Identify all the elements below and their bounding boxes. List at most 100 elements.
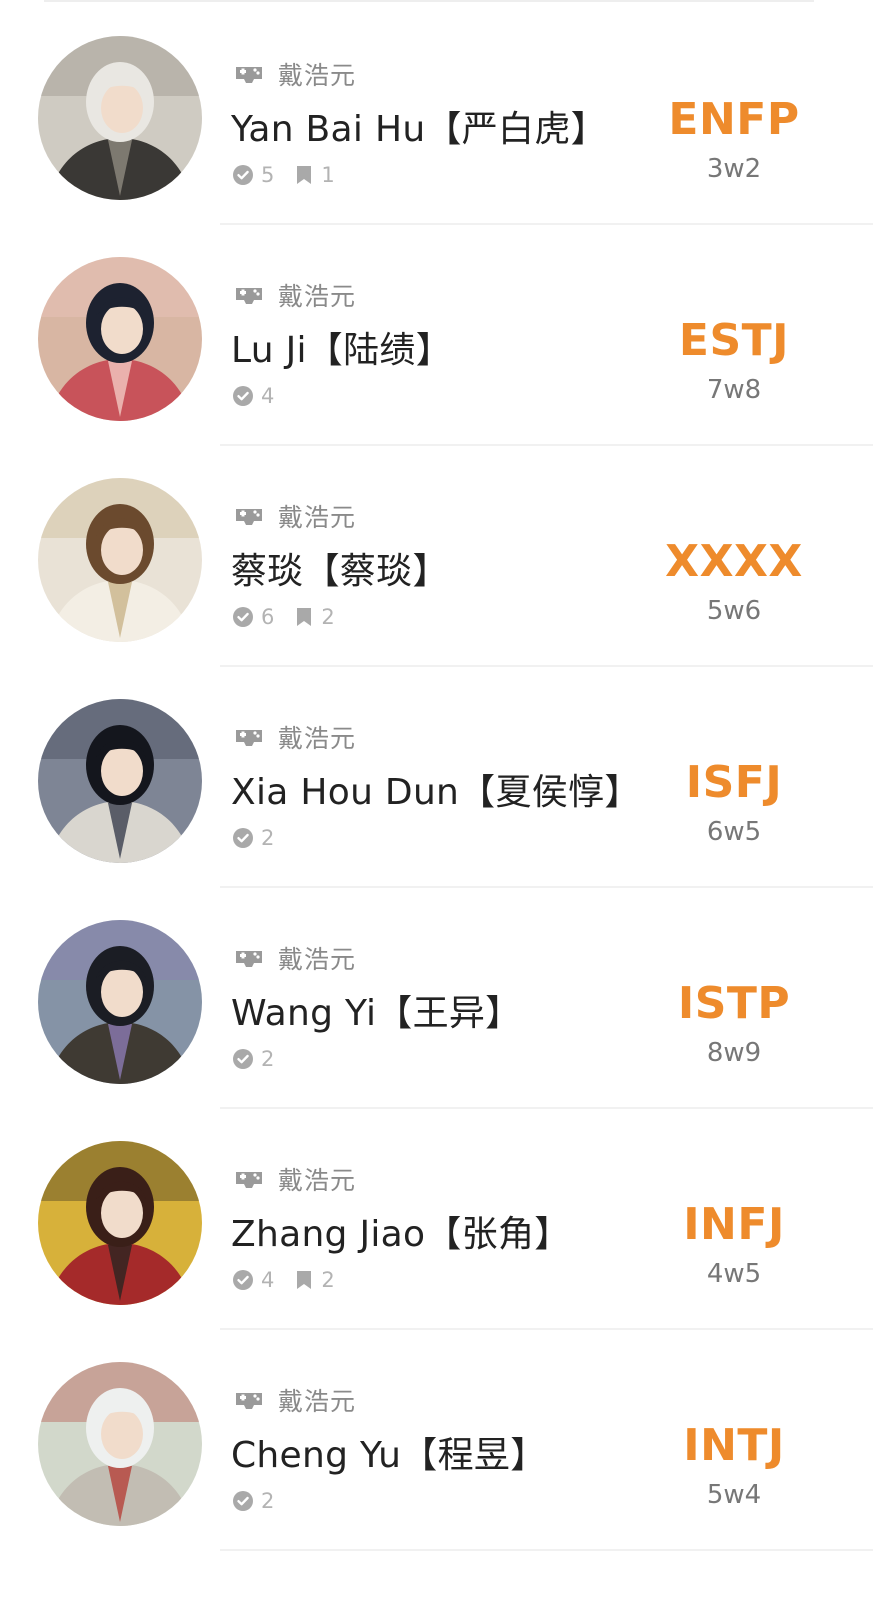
avatar[interactable] xyxy=(38,36,202,200)
avatar-portrait xyxy=(38,1141,202,1305)
vote-count: 4 xyxy=(232,384,274,408)
mbti-type: ISFJ xyxy=(685,757,783,808)
avatar-portrait xyxy=(38,478,202,642)
game-tag[interactable]: 戴浩元 xyxy=(234,940,356,976)
avatar-portrait xyxy=(38,699,202,863)
game-name: 戴浩元 xyxy=(278,1166,357,1195)
game-name: 戴浩元 xyxy=(278,503,357,532)
game-tag[interactable]: 戴浩元 xyxy=(234,498,356,534)
avatar[interactable] xyxy=(38,1362,202,1526)
character-name[interactable]: Yan Bai Hu【严白虎】 xyxy=(231,100,607,152)
comment-count-value: 1 xyxy=(321,163,335,187)
game-tag[interactable]: 戴浩元 xyxy=(234,1161,356,1197)
avatar-portrait xyxy=(38,920,202,1084)
enneagram-wing: 3w2 xyxy=(706,154,762,184)
mbti-type: ESTJ xyxy=(678,315,790,366)
vote-count: 2 xyxy=(232,1047,274,1071)
game-name: 戴浩元 xyxy=(278,1387,357,1416)
comment-count-value: 2 xyxy=(321,605,335,629)
character-name[interactable]: Xia Hou Dun【夏侯惇】 xyxy=(231,763,641,815)
enneagram-wing: 4w5 xyxy=(706,1259,762,1289)
stats: 6 2 xyxy=(232,603,355,631)
mbti-type: ENFP xyxy=(668,94,800,145)
check-circle-icon xyxy=(233,1491,253,1511)
enneagram-wing: 8w9 xyxy=(706,1038,762,1068)
vote-count-value: 4 xyxy=(261,384,275,408)
profile-row-2[interactable]: 戴浩元 Lu Ji【陆绩】 4 ESTJ 7w8 xyxy=(0,225,873,446)
comment-count: 2 xyxy=(294,1268,335,1292)
avatar-portrait xyxy=(38,36,202,200)
stats: 4 xyxy=(232,382,294,410)
bookmark-icon xyxy=(297,166,312,184)
vote-count: 2 xyxy=(232,1489,274,1513)
mbti-type: ISTP xyxy=(677,978,791,1029)
mbti-type: INFJ xyxy=(683,1199,785,1250)
bookmark-icon xyxy=(297,608,312,626)
check-circle-icon xyxy=(233,1270,253,1290)
gamepad-icon xyxy=(236,288,262,304)
vote-count-value: 6 xyxy=(261,605,275,629)
avatar[interactable] xyxy=(38,920,202,1084)
gamepad-icon xyxy=(236,951,262,967)
game-name: 戴浩元 xyxy=(278,724,357,753)
game-tag[interactable]: 戴浩元 xyxy=(234,719,356,755)
profile-row-4[interactable]: 戴浩元 Xia Hou Dun【夏侯惇】 2 ISFJ 6w5 xyxy=(0,667,873,888)
stats: 2 xyxy=(232,1045,294,1073)
vote-count: 2 xyxy=(232,826,274,850)
gamepad-icon xyxy=(236,67,262,83)
profile-row-3[interactable]: 戴浩元 蔡琰【蔡琰】 6 2 XXXX 5w6 xyxy=(0,446,873,667)
gamepad-icon xyxy=(236,1393,262,1409)
stats: 2 xyxy=(232,1487,294,1515)
character-name[interactable]: 蔡琰【蔡琰】 xyxy=(231,542,449,594)
mbti-type: INTJ xyxy=(683,1420,785,1471)
enneagram-wing: 5w4 xyxy=(706,1480,762,1510)
gamepad-icon xyxy=(236,1172,262,1188)
comment-count-value: 2 xyxy=(321,1268,335,1292)
vote-count-value: 2 xyxy=(261,826,275,850)
enneagram-wing: 5w6 xyxy=(706,596,762,626)
check-circle-icon xyxy=(233,828,253,848)
game-name: 戴浩元 xyxy=(278,61,357,90)
game-name: 戴浩元 xyxy=(278,945,357,974)
enneagram-wing: 6w5 xyxy=(706,817,762,847)
profile-row-7[interactable]: 戴浩元 Cheng Yu【程昱】 2 INTJ 5w4 xyxy=(0,1330,873,1551)
check-circle-icon xyxy=(233,1049,253,1069)
avatar-portrait xyxy=(38,1362,202,1526)
check-circle-icon xyxy=(233,607,253,627)
vote-count: 5 xyxy=(232,163,274,187)
profile-row-6[interactable]: 戴浩元 Zhang Jiao【张角】 4 2 INFJ 4w5 xyxy=(0,1109,873,1330)
vote-count-value: 5 xyxy=(261,163,275,187)
avatar[interactable] xyxy=(38,478,202,642)
game-tag[interactable]: 戴浩元 xyxy=(234,277,356,313)
check-circle-icon xyxy=(233,165,253,185)
top-divider xyxy=(44,0,814,2)
vote-count-value: 4 xyxy=(261,1268,275,1292)
mbti-type: XXXX xyxy=(665,536,803,587)
bookmark-icon xyxy=(297,1271,312,1289)
comment-count: 2 xyxy=(294,605,335,629)
character-name[interactable]: Zhang Jiao【张角】 xyxy=(231,1205,571,1257)
stats: 5 1 xyxy=(232,161,355,189)
gamepad-icon xyxy=(236,509,262,525)
profile-row-5[interactable]: 戴浩元 Wang Yi【王异】 2 ISTP 8w9 xyxy=(0,888,873,1109)
avatar[interactable] xyxy=(38,257,202,421)
vote-count-value: 2 xyxy=(261,1047,275,1071)
stats: 2 xyxy=(232,824,294,852)
vote-count-value: 2 xyxy=(261,1489,275,1513)
vote-count: 4 xyxy=(232,1268,274,1292)
avatar[interactable] xyxy=(38,699,202,863)
gamepad-icon xyxy=(236,730,262,746)
profile-row-1[interactable]: 戴浩元 Yan Bai Hu【严白虎】 5 1 ENFP 3w2 xyxy=(0,4,873,225)
enneagram-wing: 7w8 xyxy=(706,375,762,405)
avatar-portrait xyxy=(38,257,202,421)
character-name[interactable]: Cheng Yu【程昱】 xyxy=(231,1426,547,1478)
game-name: 戴浩元 xyxy=(278,282,357,311)
character-name[interactable]: Wang Yi【王异】 xyxy=(231,984,521,1036)
character-name[interactable]: Lu Ji【陆绩】 xyxy=(231,321,452,373)
vote-count: 6 xyxy=(232,605,274,629)
stats: 4 2 xyxy=(232,1266,355,1294)
game-tag[interactable]: 戴浩元 xyxy=(234,1382,356,1418)
game-tag[interactable]: 戴浩元 xyxy=(234,56,356,92)
avatar[interactable] xyxy=(38,1141,202,1305)
comment-count: 1 xyxy=(294,163,335,187)
